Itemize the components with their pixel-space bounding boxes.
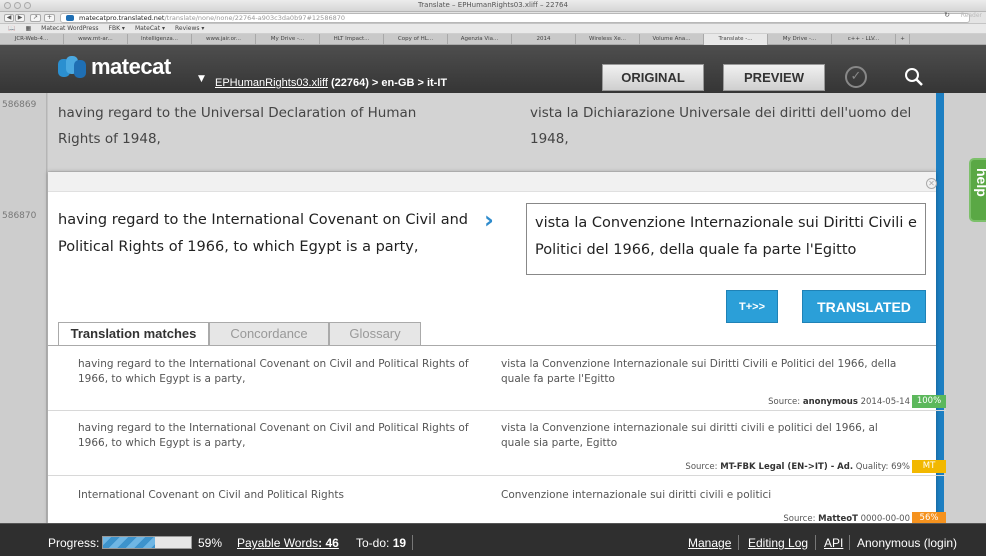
preview-button[interactable]: PREVIEW <box>723 64 825 91</box>
browser-tab[interactable]: c++ - LLV... <box>832 34 896 45</box>
help-tab[interactable]: help <box>969 158 986 222</box>
share-button[interactable]: ↗ <box>30 14 41 22</box>
match-score-badge: 100% <box>912 395 946 408</box>
divider <box>849 535 850 550</box>
match-meta: Source: MT-FBK Legal (EN->IT) - Ad. Qual… <box>685 462 910 472</box>
forward-button[interactable]: ▶ <box>15 14 25 22</box>
divider <box>412 535 413 550</box>
reload-icon[interactable]: ↻ <box>944 11 950 19</box>
active-segment-toolbar <box>48 172 936 192</box>
match-target: vista la Convenzione internazionale sui … <box>501 422 878 449</box>
close-icon[interactable]: ✕ <box>926 178 937 189</box>
file-name-link[interactable]: EPHumanRights03.xliff <box>215 77 328 89</box>
match-target: Convenzione internazionale sui diritti c… <box>501 489 772 501</box>
tab-divider <box>48 345 936 346</box>
copy-source-arrow-icon[interactable]: › <box>484 206 494 234</box>
browser-tab[interactable]: www.mt-ar... <box>64 34 128 45</box>
progress-bar <box>102 536 192 549</box>
editing-log-link[interactable]: Editing Log <box>748 536 808 550</box>
browser-tab[interactable]: www.jair.or... <box>192 34 256 45</box>
match-item[interactable]: having regard to the International Coven… <box>48 351 946 411</box>
status-footer: Progress: 59% Payable Words: 46 To-do: 1… <box>0 523 986 556</box>
browser-tab[interactable]: Volume Ana... <box>640 34 704 45</box>
help-label: help <box>974 168 986 197</box>
url-path: /translate/none/none/22764-a903c3da0b97#… <box>164 14 345 22</box>
browser-tab[interactable]: My Drive -... <box>768 34 832 45</box>
match-score-badge: MT <box>912 460 946 473</box>
browser-tab[interactable]: JCR-Web-4... <box>0 34 64 45</box>
check-circle-icon[interactable]: ✓ <box>845 66 867 88</box>
manage-link[interactable]: Manage <box>688 536 731 550</box>
reader-button[interactable]: Reader <box>961 12 982 19</box>
match-source: having regard to the International Coven… <box>78 422 469 449</box>
file-menu-caret-icon[interactable]: ▼ <box>198 74 205 84</box>
match-target: vista la Convenzione Internazionale sui … <box>501 358 897 385</box>
previous-segment-source: having regard to the Universal Declarati… <box>58 105 417 147</box>
tm-tabs: Translation matches Concordance Glossary <box>58 322 421 346</box>
add-tab-button[interactable]: + <box>896 34 910 45</box>
window-titlebar: Translate – EPHumanRights03.xliff – 2276… <box>0 0 986 12</box>
match-item[interactable]: having regard to the International Coven… <box>48 413 946 476</box>
target-editor[interactable]: vista la Convenzione Internazionale sui … <box>526 203 926 275</box>
browser-tab[interactable]: 2014 <box>512 34 576 45</box>
match-source: International Covenant on Civil and Poli… <box>78 489 344 501</box>
browser-tab[interactable]: Copy of HL... <box>384 34 448 45</box>
progress-percent: 59% <box>198 536 223 550</box>
file-meta: (22764) > en-GB > it-IT <box>327 77 448 89</box>
browser-tab[interactable]: Agenzia Via... <box>448 34 512 45</box>
browser-tab[interactable]: Translate -... <box>704 34 768 45</box>
bookmark-item[interactable]: Matecat WordPress <box>41 25 98 32</box>
bookmarks-book-icon[interactable]: 📖 <box>8 25 15 32</box>
api-link[interactable]: API <box>824 536 843 550</box>
progress-label: Progress: <box>48 536 100 550</box>
file-info[interactable]: EPHumanRights03.xliff (22764) > en-GB > … <box>215 77 447 89</box>
segment-id: 586869 <box>2 100 37 110</box>
bookmark-item[interactable]: Reviews ▾ <box>175 25 204 32</box>
site-favicon-icon <box>66 15 74 21</box>
match-meta: Source: anonymous 2014-05-14 <box>768 397 910 407</box>
progress-fill <box>103 537 155 548</box>
window-title: Translate – EPHumanRights03.xliff – 2276… <box>418 1 568 9</box>
active-segment-source: having regard to the International Coven… <box>58 212 468 255</box>
divider <box>738 535 739 550</box>
matecat-logo-icon[interactable] <box>58 56 86 78</box>
segment-gutter <box>0 93 47 523</box>
tab-concordance[interactable]: Concordance <box>209 322 329 345</box>
tab-glossary[interactable]: Glossary <box>329 322 421 345</box>
search-icon[interactable] <box>903 66 925 88</box>
top-sites-grid-icon[interactable]: ▦ <box>25 25 31 32</box>
match-source: having regard to the International Coven… <box>78 358 469 385</box>
browser-tabs: JCR-Web-4... www.mt-ar... Intelligenza... w… <box>0 34 986 45</box>
divider <box>815 535 816 550</box>
url-host: matecatpro.translated.net <box>79 14 165 22</box>
bookmark-item[interactable]: FBK ▾ <box>109 25 125 32</box>
previous-segment-target[interactable]: vista la Dichiarazione Universale dei di… <box>530 100 930 152</box>
tagged-translate-button[interactable]: T+>> <box>726 290 778 323</box>
match-item[interactable]: International Covenant on Civil and Poli… <box>48 477 946 525</box>
address-bar[interactable]: matecatpro.translated.net/translate/none… <box>60 13 970 23</box>
translated-button[interactable]: TRANSLATED <box>802 290 926 323</box>
tab-translation-matches[interactable]: Translation matches <box>58 322 209 346</box>
matecat-logo-text[interactable]: matecat <box>91 54 171 80</box>
bookmarks-bar: 📖 ▦ Matecat WordPress FBK ▾ MateCat ▾ Re… <box>0 24 986 34</box>
back-button[interactable]: ◀ <box>4 14 14 22</box>
browser-tab[interactable]: HLT Impact... <box>320 34 384 45</box>
login-link[interactable]: Anonymous (login) <box>857 536 957 550</box>
bookmark-item[interactable]: MateCat ▾ <box>135 25 165 32</box>
payable-words-link[interactable]: Payable Words: 46 <box>237 536 339 550</box>
browser-tab[interactable]: Wireless Xe... <box>576 34 640 45</box>
browser-tab[interactable]: My Drive -... <box>256 34 320 45</box>
browser-toolbar: ◀ ▶ ↗ + matecatpro.translated.net/transl… <box>0 11 986 24</box>
original-button[interactable]: ORIGINAL <box>602 64 704 91</box>
browser-tab[interactable]: Intelligenza... <box>128 34 192 45</box>
todo-count: To-do: 19 <box>356 536 407 550</box>
segment-id: 586870 <box>2 211 37 221</box>
new-tab-button[interactable]: + <box>44 14 55 22</box>
